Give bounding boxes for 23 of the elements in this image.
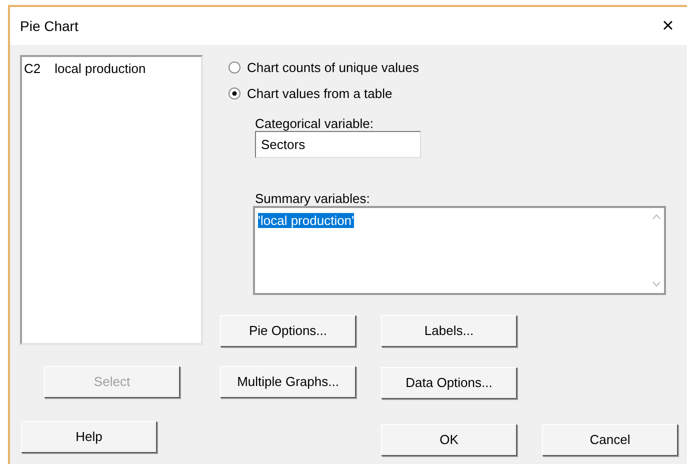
variables-listbox[interactable]: C2 local production <box>20 55 203 345</box>
field-label: Categorical variable: <box>255 115 374 133</box>
scroll-down-icon[interactable] <box>652 281 660 287</box>
dialog-button[interactable]: Labels... <box>381 315 517 347</box>
window-title: Pie Chart <box>20 16 78 36</box>
scroll-up-icon[interactable] <box>652 214 660 220</box>
dialog-button[interactable]: Multiple Graphs... <box>220 366 356 398</box>
column-name: local production <box>54 60 146 78</box>
dialog-button[interactable]: Data Options... <box>381 367 517 399</box>
dialog-button[interactable]: Cancel <box>542 424 678 456</box>
radio-button[interactable] <box>228 61 241 74</box>
radio-label[interactable]: Chart counts of unique values <box>247 58 419 78</box>
selected-text[interactable]: 'local production' <box>258 213 354 228</box>
dialog-button[interactable]: Pie Options... <box>220 315 356 347</box>
dialog-button[interactable]: Help <box>21 421 157 453</box>
column-id: C2 <box>24 60 41 78</box>
input-field[interactable]: Sectors <box>255 131 421 158</box>
radio-label[interactable]: Chart values from a table <box>247 84 392 103</box>
radio-button[interactable] <box>228 86 241 100</box>
dialog-button[interactable]: OK <box>381 424 517 456</box>
field-label: Summary variables: <box>255 190 370 208</box>
close-button[interactable]: × <box>657 15 679 37</box>
text-area[interactable]: 'local production' <box>253 206 666 295</box>
